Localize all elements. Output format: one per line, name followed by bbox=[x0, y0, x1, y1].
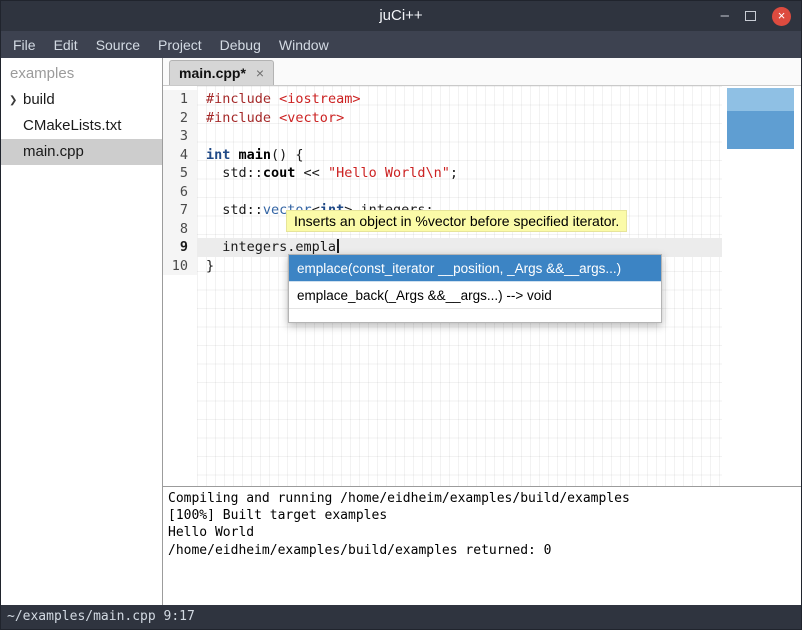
code-line-content bbox=[197, 183, 722, 202]
close-icon[interactable]: × bbox=[772, 7, 791, 26]
code-line[interactable]: 6 bbox=[163, 183, 722, 202]
output-panel: Compiling and running /home/eidheim/exam… bbox=[163, 487, 801, 605]
status-file-position: ~/examples/main.cpp 9:17 bbox=[7, 609, 195, 624]
completion-item[interactable]: emplace_back(_Args &&__args...) --> void bbox=[289, 282, 661, 309]
code-token: int bbox=[206, 147, 230, 163]
sidebar-item-main-cpp[interactable]: main.cpp bbox=[1, 139, 162, 165]
sidebar-header: examples bbox=[1, 58, 162, 87]
tab-close-icon[interactable]: × bbox=[256, 66, 264, 80]
minimize-icon[interactable]: – bbox=[721, 7, 729, 25]
line-number: 9 bbox=[163, 238, 197, 257]
completion-popup: emplace(const_iterator __position, _Args… bbox=[288, 254, 662, 323]
code-token: "Hello World\n" bbox=[328, 165, 450, 181]
tabbar: main.cpp* × bbox=[163, 58, 801, 86]
code-line[interactable]: 4int main() { bbox=[163, 146, 722, 165]
window-title: juCi++ bbox=[1, 1, 801, 31]
code-line[interactable]: 2#include <vector> bbox=[163, 109, 722, 128]
line-number: 2 bbox=[163, 109, 197, 128]
code-line-content: std::cout << "Hello World\n"; bbox=[197, 164, 722, 183]
line-number: 8 bbox=[163, 220, 197, 239]
sidebar-item-cmakelists-txt[interactable]: CMakeLists.txt bbox=[1, 113, 162, 139]
code-token: main bbox=[239, 147, 272, 163]
text-cursor bbox=[337, 239, 339, 253]
line-number: 5 bbox=[163, 164, 197, 183]
menu-item-edit[interactable]: Edit bbox=[45, 33, 87, 57]
chevron-right-icon: ❯ bbox=[9, 88, 17, 114]
code-token: cout bbox=[263, 165, 296, 181]
code-token: () { bbox=[271, 147, 304, 163]
code-token bbox=[230, 147, 238, 163]
code-token: ; bbox=[450, 165, 458, 181]
line-number: 6 bbox=[163, 183, 197, 202]
code-line[interactable]: 5 std::cout << "Hello World\n"; bbox=[163, 164, 722, 183]
code-token: <vector> bbox=[279, 110, 344, 126]
jucipp-window: juCi++ – × FileEditSourceProjectDebugWin… bbox=[0, 0, 802, 630]
code-token: } bbox=[206, 258, 214, 274]
code-line[interactable]: 3 bbox=[163, 127, 722, 146]
output-line: /home/eidheim/examples/build/examples re… bbox=[168, 542, 796, 559]
editor-scrollbar[interactable] bbox=[727, 88, 794, 149]
line-number: 10 bbox=[163, 257, 197, 276]
line-number: 3 bbox=[163, 127, 197, 146]
code-token: integers.empla bbox=[206, 239, 336, 255]
code-line-content bbox=[197, 127, 722, 146]
code-line-content: #include <vector> bbox=[197, 109, 722, 128]
output-line: Hello World bbox=[168, 524, 796, 541]
code-line[interactable]: 1#include <iostream> bbox=[163, 90, 722, 109]
line-number: 7 bbox=[163, 201, 197, 220]
code-token: #include bbox=[206, 110, 271, 126]
editor-pane: main.cpp* × 1#include <iostream>2#includ… bbox=[163, 58, 801, 605]
output-line: Compiling and running /home/eidheim/exam… bbox=[168, 490, 796, 507]
code-token bbox=[271, 110, 279, 126]
sidebar: examples ❯ build CMakeLists.txt main.cpp bbox=[1, 58, 163, 605]
menubar: FileEditSourceProjectDebugWindow bbox=[1, 31, 801, 58]
code-line-content: int main() { bbox=[197, 146, 722, 165]
titlebar: juCi++ – × bbox=[1, 1, 801, 31]
statusbar: ~/examples/main.cpp 9:17 bbox=[1, 605, 801, 629]
file-tree: ❯ build CMakeLists.txt main.cpp bbox=[1, 87, 162, 165]
code-token: <iostream> bbox=[279, 91, 360, 107]
completion-item[interactable]: emplace(const_iterator __position, _Args… bbox=[289, 255, 661, 282]
menu-item-source[interactable]: Source bbox=[87, 33, 149, 57]
tab-label: main.cpp* bbox=[179, 65, 246, 81]
line-number: 4 bbox=[163, 146, 197, 165]
code-token: std:: bbox=[206, 202, 263, 218]
code-token: #include bbox=[206, 91, 271, 107]
menu-item-project[interactable]: Project bbox=[149, 33, 211, 57]
code-editor[interactable]: 1#include <iostream>2#include <vector>34… bbox=[163, 86, 801, 487]
code-token: << bbox=[295, 165, 328, 181]
menu-item-file[interactable]: File bbox=[4, 33, 45, 57]
code-area[interactable]: 1#include <iostream>2#include <vector>34… bbox=[163, 90, 801, 275]
restore-icon[interactable] bbox=[745, 11, 756, 21]
menu-item-window[interactable]: Window bbox=[270, 33, 338, 57]
output-line: [100%] Built target examples bbox=[168, 507, 796, 524]
code-token: std:: bbox=[206, 165, 263, 181]
menu-item-debug[interactable]: Debug bbox=[211, 33, 270, 57]
code-line-content: #include <iostream> bbox=[197, 90, 722, 109]
code-token bbox=[271, 91, 279, 107]
scrollbar-thumb bbox=[727, 111, 794, 149]
sidebar-item-label: build bbox=[23, 91, 55, 108]
completion-doc-tooltip: Inserts an object in %vector before spec… bbox=[286, 210, 627, 232]
line-number: 1 bbox=[163, 90, 197, 109]
scrollbar-thumb-light bbox=[727, 88, 794, 111]
tab-main-cpp[interactable]: main.cpp* × bbox=[169, 60, 274, 85]
sidebar-item-build[interactable]: ❯ build bbox=[1, 87, 162, 113]
sidebar-item-label: CMakeLists.txt bbox=[23, 117, 121, 134]
main-area: examples ❯ build CMakeLists.txt main.cpp ma… bbox=[1, 58, 801, 605]
sidebar-item-label: main.cpp bbox=[23, 143, 84, 160]
window-controls: – × bbox=[721, 1, 791, 31]
